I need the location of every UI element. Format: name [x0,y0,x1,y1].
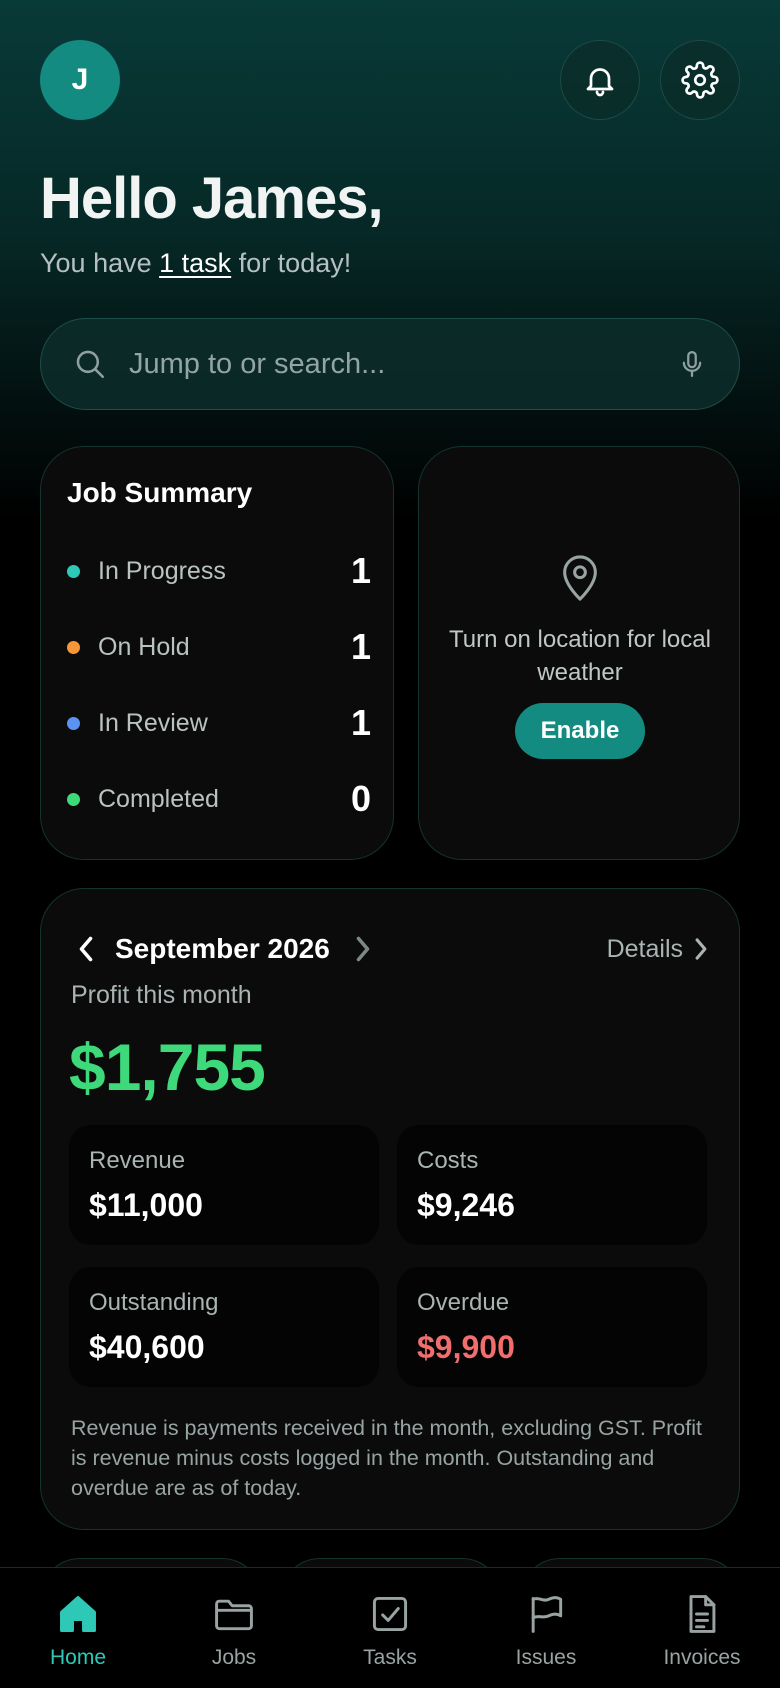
profit-card: September 2026 Details Profit this month… [40,888,740,1530]
avatar-initial: J [71,63,89,96]
chevron-right-icon [695,938,707,960]
tab-home[interactable]: Home [0,1568,156,1688]
tab-label: Invoices [663,1646,741,1669]
month-label: September 2026 [115,933,330,964]
job-status-count: 1 [350,550,371,591]
job-status-label: On Hold [98,632,190,661]
bell-icon [586,68,614,97]
tab-issues[interactable]: Issues [468,1568,624,1688]
stat-label: Outstanding [89,1289,219,1316]
stat-value: $9,246 [417,1187,515,1223]
chevron-left-icon[interactable] [75,934,97,964]
job-status-count: 1 [350,702,371,743]
outstanding-stat: Outstanding $40,600 [69,1267,379,1387]
tab-tasks[interactable]: Tasks [312,1568,468,1688]
job-status-count: 1 [350,626,371,667]
bottom-tab-bar: Home Jobs Tasks Issues Invoices [0,1567,780,1688]
details-link[interactable]: Details [607,919,709,979]
search-input[interactable]: Jump to or search... [129,348,677,381]
job-status-row[interactable]: In Progress 1 [67,550,371,591]
location-pin-icon [563,555,597,601]
month-navigator: September 2026 [75,919,374,979]
overdue-stat: Overdue $9,900 [397,1267,707,1387]
tab-invoices[interactable]: Invoices [624,1568,780,1688]
tab-label: Issues [515,1646,577,1669]
stat-value: $40,600 [89,1329,205,1365]
stat-label: Costs [417,1147,479,1174]
task-summary-text: You have 1 task for today! [40,248,351,279]
stat-label: Revenue [89,1147,186,1174]
profit-label: Profit this month [71,981,252,1009]
stat-value: $9,900 [417,1329,515,1365]
weather-card: Turn on location for local weather Enabl… [418,446,740,860]
job-status-label: In Review [98,708,208,737]
location-prompt-text: Turn on location for local weather [449,626,711,686]
job-status-row[interactable]: In Review 1 [67,702,371,743]
microphone-icon[interactable] [677,348,707,380]
enable-location-button[interactable]: Enable [515,703,645,759]
details-label: Details [606,934,683,963]
avatar[interactable]: J [40,40,120,120]
checkbox-icon [372,1596,408,1632]
completed-dot [67,792,80,806]
home-screen: J Hello James, You have 1 task for today… [0,0,780,1688]
in-progress-dot [67,564,80,578]
job-status-label: In Progress [98,556,226,585]
job-status-label: Completed [98,784,219,813]
on-hold-dot [67,640,80,654]
gear-icon [681,61,719,99]
in-review-dot [67,716,80,730]
tab-label: Jobs [211,1646,257,1669]
job-summary-card[interactable]: Job Summary In Progress 1 On Hold 1 In R… [40,446,394,860]
subtitle-prefix: You have [40,248,160,278]
stat-value: $11,000 [89,1187,203,1223]
chevron-right-icon[interactable] [352,934,374,964]
tab-label: Tasks [363,1646,417,1669]
tab-label: Home [49,1646,107,1669]
tasks-link[interactable]: 1 task [159,248,231,278]
stat-label: Overdue [417,1289,510,1316]
revenue-stat: Revenue $11,000 [69,1125,379,1245]
greeting-title: Hello James, [40,166,384,231]
folder-icon [215,1599,253,1631]
search-bar[interactable]: Jump to or search... [40,318,740,410]
document-icon [689,1595,716,1633]
costs-stat: Costs $9,246 [397,1125,707,1245]
job-status-row[interactable]: On Hold 1 [67,626,371,667]
settings-button[interactable] [660,40,740,120]
notifications-button[interactable] [560,40,640,120]
flag-icon [531,1596,563,1633]
job-summary-title: Job Summary [67,477,253,508]
tab-jobs[interactable]: Jobs [156,1568,312,1688]
subtitle-suffix: for today! [231,248,352,278]
search-icon [76,350,105,379]
profit-footnote: Revenue is payments received in the mont… [71,1416,702,1500]
job-status-row[interactable]: Completed 0 [67,778,371,819]
job-status-count: 0 [350,778,371,819]
profit-value: $1,755 [69,1030,266,1104]
home-icon [60,1596,96,1632]
